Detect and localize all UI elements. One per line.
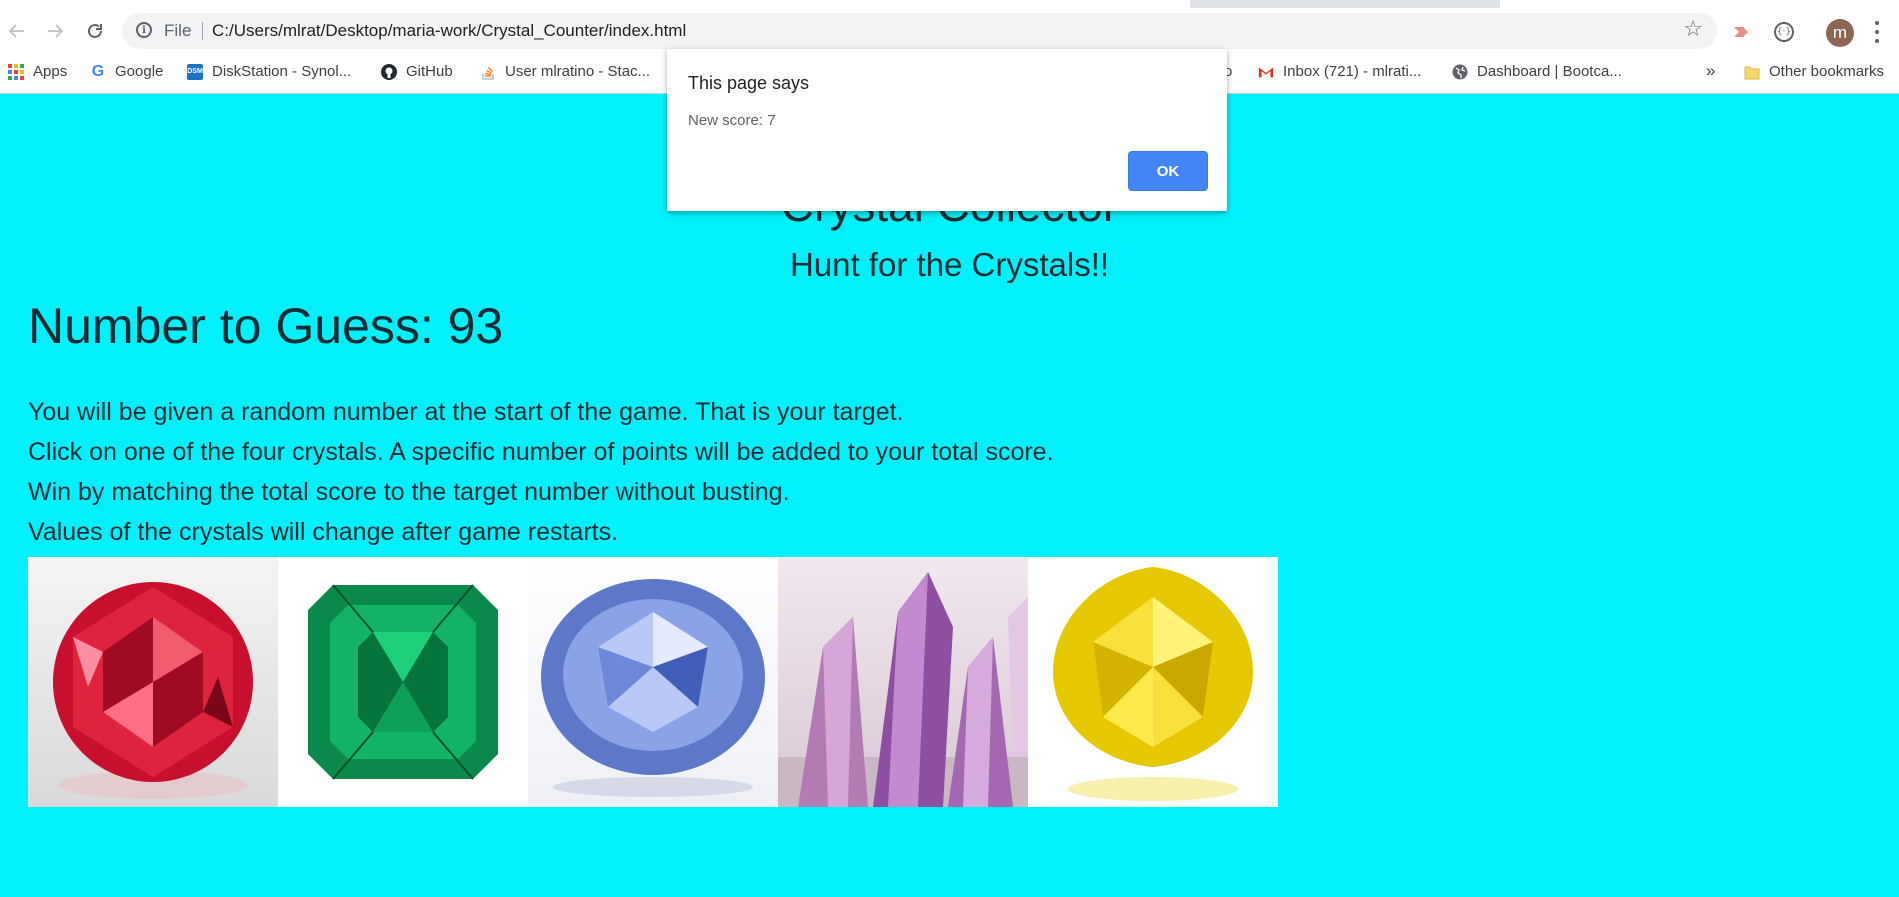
page-subtitle: Hunt for the Crystals!! xyxy=(789,246,1110,283)
browser-toolbar: i File C:/Users/mlrat/Desktop/maria-work… xyxy=(0,8,1899,54)
target-number: Number to Guess: 93 xyxy=(28,298,504,354)
omnibox-separator xyxy=(202,22,203,40)
github-icon xyxy=(381,63,397,80)
bookmark-label: GitHub xyxy=(406,63,453,80)
dsm-icon: DSM xyxy=(187,63,203,80)
bookmark-label: Apps xyxy=(33,63,68,80)
bookmark-label: Inbox (721) - mlrati... xyxy=(1283,63,1422,80)
bookmark-label: User mlratino - Stac... xyxy=(505,63,651,80)
bookmark-dashboard[interactable]: Dashboard | Bootca... xyxy=(1452,63,1622,80)
ok-button[interactable]: OK xyxy=(1128,151,1208,191)
amethyst-icon xyxy=(778,572,1028,807)
folder-icon xyxy=(1744,64,1760,80)
address-bar[interactable]: i File C:/Users/mlrat/Desktop/maria-work… xyxy=(122,13,1717,49)
bookmark-google[interactable]: G Google xyxy=(90,62,164,81)
alert-dialog: This page says New score: 7 OK xyxy=(667,49,1227,211)
url-text[interactable]: C:/Users/mlrat/Desktop/maria-work/Crysta… xyxy=(212,21,686,41)
dialog-title: This page says xyxy=(688,73,810,93)
globe-icon xyxy=(1452,64,1468,80)
sapphire-icon xyxy=(541,579,765,797)
gmail-icon xyxy=(1258,64,1274,80)
bookmark-label: Dashboard | Bootca... xyxy=(1477,63,1622,80)
back-arrow-icon xyxy=(8,24,24,38)
bookmark-apps[interactable]: Apps xyxy=(8,63,67,80)
extension-cast-icon[interactable] xyxy=(1732,23,1752,41)
bookmark-label: DiskStation - Synol... xyxy=(212,63,352,80)
yellow-diamond-icon xyxy=(1053,567,1253,801)
crystal-row xyxy=(28,557,1278,807)
forward-arrow-icon xyxy=(48,24,64,38)
bookmarks-overflow-chevron[interactable]: » xyxy=(1706,61,1715,81)
apps-grid-icon xyxy=(8,63,24,80)
instruction-line: You will be given a random number at the… xyxy=(28,398,904,426)
reload-button[interactable] xyxy=(82,18,108,44)
bookmark-gmail[interactable]: Inbox (721) - mlrati... xyxy=(1258,63,1421,80)
url-scheme-label: File xyxy=(164,21,192,40)
bookmark-label: » xyxy=(1706,61,1716,80)
reload-icon xyxy=(88,23,102,38)
back-button[interactable] xyxy=(4,18,30,44)
profile-avatar[interactable]: m xyxy=(1826,19,1854,47)
emerald-icon xyxy=(308,584,498,780)
crystal-amethyst[interactable] xyxy=(778,557,1028,807)
crystal-emerald[interactable] xyxy=(278,557,528,807)
bookmark-github[interactable]: GitHub xyxy=(381,63,453,80)
bookmark-stackoverflow[interactable]: User mlratino - Stac... xyxy=(480,63,650,80)
crystal-sapphire[interactable] xyxy=(528,557,778,807)
browser-menu-icon[interactable] xyxy=(1874,21,1880,43)
instruction-line: Values of the crystals will change after… xyxy=(28,518,619,546)
ruby-icon xyxy=(53,582,253,799)
instruction-line: Click on one of the four crystals. A spe… xyxy=(28,438,1054,466)
bookmark-star-icon[interactable]: ☆ xyxy=(1683,17,1703,42)
extension-icon[interactable]: {·} xyxy=(1774,22,1794,42)
crystal-ruby[interactable] xyxy=(28,557,278,807)
info-icon[interactable]: i xyxy=(136,22,152,38)
instruction-line: Win by matching the total score to the t… xyxy=(28,478,790,506)
dialog-message: New score: 7 xyxy=(688,112,776,129)
bookmark-label: Other bookmarks xyxy=(1769,63,1885,80)
google-icon: G xyxy=(91,62,105,80)
bookmark-label: Google xyxy=(115,63,164,80)
bookmark-other[interactable]: Other bookmarks xyxy=(1744,63,1884,80)
stackoverflow-icon xyxy=(480,64,496,80)
forward-button[interactable] xyxy=(42,18,68,44)
crystal-yellow-diamond[interactable] xyxy=(1028,557,1278,807)
bookmark-diskstation[interactable]: DSM DiskStation - Synol... xyxy=(187,63,351,80)
